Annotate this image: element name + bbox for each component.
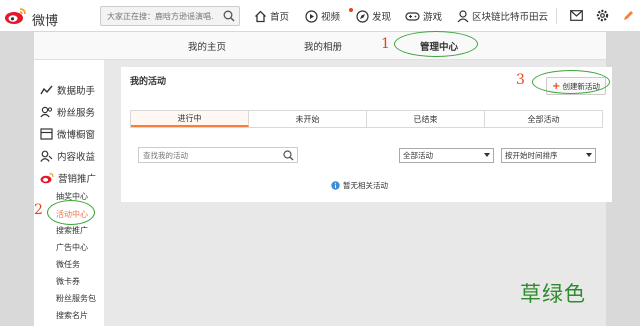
tab-not-started[interactable]: 未开始 xyxy=(249,111,367,127)
annotation-number-1: 1 xyxy=(381,36,390,52)
nav-game-label: 游戏 xyxy=(423,12,443,23)
sidebar-item-content-income[interactable]: 内容收益 xyxy=(40,148,95,164)
data-icon xyxy=(40,85,53,94)
sort-order-select[interactable]: 按开始时间排序 xyxy=(501,148,596,163)
weibo-logo-icon xyxy=(40,172,54,184)
activity-search[interactable] xyxy=(138,147,298,163)
tab-my-album[interactable]: 我的相册 xyxy=(304,39,342,53)
tab-label: 未开始 xyxy=(295,114,320,124)
search-input[interactable] xyxy=(101,7,213,25)
background-panel-left xyxy=(0,32,34,326)
nav-divider xyxy=(556,8,557,24)
sidebar-item-marketing[interactable]: 营销推广 xyxy=(40,170,96,186)
page-title: 我的活动 xyxy=(130,77,167,87)
annotation-circle-management xyxy=(394,31,478,57)
chevron-down-icon xyxy=(484,153,490,157)
nav-home[interactable]: 首页 xyxy=(254,8,289,24)
sidebar: 数据助手 粉丝服务 微博橱窗 内容收益 营销推广 抽奖中心 活动中心 搜索推广 … xyxy=(34,60,104,326)
activity-status-tabs: 进行中 未开始 已结束 全部活动 xyxy=(130,110,603,128)
activity-search-input[interactable] xyxy=(139,148,279,162)
nav-video-label: 视频 xyxy=(321,12,341,23)
annotation-number-3: 3 xyxy=(516,72,525,88)
chevron-down-icon xyxy=(586,153,592,157)
tab-label: 进行中 xyxy=(177,113,202,123)
fans-icon xyxy=(40,106,53,118)
empty-state-text: 暂无相关活动 xyxy=(343,181,388,190)
sidebar-subitem-search-promotion[interactable]: 搜索推广 xyxy=(56,225,88,236)
weibo-logo[interactable]: 微博 xyxy=(4,6,60,29)
sidebar-subitem-micro-coupon[interactable]: 微卡券 xyxy=(56,276,80,287)
user-icon xyxy=(457,9,469,22)
tab-ended[interactable]: 已结束 xyxy=(367,111,485,127)
annotation-number-2: 2 xyxy=(34,202,43,218)
logo-text: 微博 xyxy=(32,14,59,29)
edit-icon[interactable] xyxy=(622,9,634,22)
search-icon[interactable] xyxy=(223,10,235,22)
nav-discover[interactable]: 发现 xyxy=(356,8,391,24)
sidebar-item-label: 微博橱窗 xyxy=(57,130,96,141)
empty-state: 暂无相关活动 xyxy=(331,180,388,191)
discover-icon xyxy=(356,9,369,23)
nav-game[interactable]: 游戏 xyxy=(405,8,442,24)
nav-user-label: 区块链比特币田云 xyxy=(472,12,549,23)
notification-dot xyxy=(349,8,353,12)
tab-all-activities[interactable]: 全部活动 xyxy=(485,111,602,127)
annotation-caption: 草绿色 xyxy=(520,282,586,306)
sidebar-item-label: 数据助手 xyxy=(57,86,96,97)
sidebar-subitem-ad-center[interactable]: 广告中心 xyxy=(56,242,88,253)
search-icon[interactable] xyxy=(283,150,294,161)
sidebar-subitem-fan-package[interactable]: 粉丝服务包 xyxy=(56,293,96,304)
sidebar-subitem-search-card[interactable]: 搜索名片 xyxy=(56,310,88,321)
sidebar-item-label: 营销推广 xyxy=(58,174,97,185)
global-search[interactable] xyxy=(100,6,240,26)
annotation-circle-create xyxy=(532,70,610,94)
top-bar: 微博 首页 视频 发现 游戏 xyxy=(0,0,640,32)
sidebar-item-label: 粉丝服务 xyxy=(57,108,96,119)
gear-icon[interactable] xyxy=(596,9,609,22)
home-icon xyxy=(255,10,266,22)
sidebar-item-fan-service[interactable]: 粉丝服务 xyxy=(40,104,95,120)
shop-icon xyxy=(40,128,53,140)
sidebar-item-data-assistant[interactable]: 数据助手 xyxy=(40,82,95,98)
sort-select-value: 按开始时间排序 xyxy=(505,151,558,160)
income-icon xyxy=(40,150,53,162)
nav-home-label: 首页 xyxy=(270,12,290,23)
profile-tabs: 我的主页 我的相册 管理中心 xyxy=(34,32,606,60)
nav-user[interactable]: 区块链比特币田云 xyxy=(457,8,548,24)
nav-discover-label: 发现 xyxy=(372,12,392,23)
game-icon xyxy=(405,11,420,21)
tab-ongoing[interactable]: 进行中 xyxy=(131,111,249,127)
info-icon xyxy=(331,181,340,190)
video-icon xyxy=(305,9,318,23)
sidebar-item-label: 内容收益 xyxy=(57,152,96,163)
tab-my-homepage[interactable]: 我的主页 xyxy=(188,39,226,53)
activity-filter-select[interactable]: 全部活动 xyxy=(399,148,494,163)
annotation-circle-activity xyxy=(47,200,95,225)
nav-video[interactable]: 视频 xyxy=(305,8,353,24)
sidebar-item-shop-window[interactable]: 微博橱窗 xyxy=(40,126,95,142)
tab-label: 已结束 xyxy=(413,114,438,124)
sidebar-subitem-micro-task[interactable]: 微任务 xyxy=(56,259,80,270)
filter-select-value: 全部活动 xyxy=(403,151,433,160)
mail-icon[interactable] xyxy=(570,10,583,21)
tab-label: 全部活动 xyxy=(527,114,560,124)
weibo-logo-icon xyxy=(5,8,26,24)
